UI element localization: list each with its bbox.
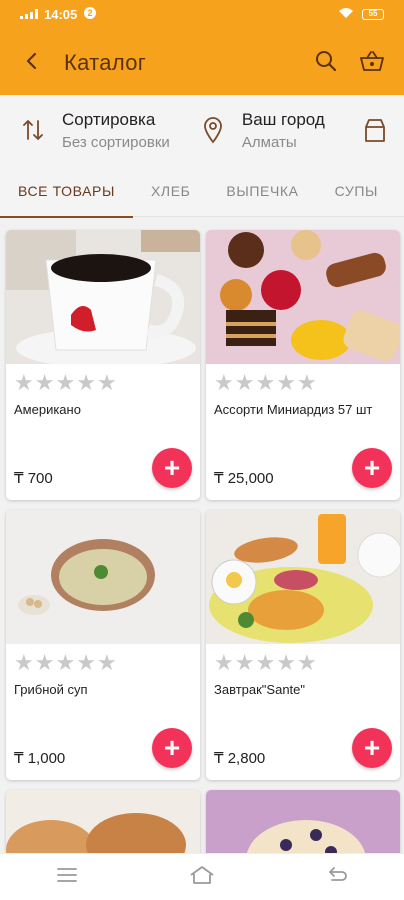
product-card[interactable]	[206, 790, 400, 853]
product-price: ₸ 1,000	[14, 750, 66, 767]
star-icon: ★	[234, 650, 255, 675]
star-icon: ★	[34, 370, 55, 395]
star-icon: ★	[55, 650, 76, 675]
cart-button[interactable]	[356, 47, 388, 79]
star-icon: ★	[296, 650, 317, 675]
sort-filter[interactable]: Сортировка Без сортировки	[0, 110, 180, 151]
tab-bread[interactable]: ХЛЕБ	[133, 165, 208, 217]
star-icon: ★	[255, 650, 276, 675]
notification-icon: 2	[83, 6, 97, 23]
category-tabs: ВСЕ ТОВАРЫ ХЛЕБ ВЫПЕЧКА СУПЫ	[0, 165, 404, 218]
star-icon: ★	[255, 370, 276, 395]
product-price: ₸ 700	[14, 470, 53, 487]
star-icon: ★	[76, 650, 96, 675]
wifi-icon	[338, 7, 354, 22]
star-icon: ★	[214, 370, 234, 395]
home-button[interactable]	[172, 857, 232, 897]
back-button[interactable]	[0, 38, 64, 88]
top-bar: 14:05 2 55 Каталог	[0, 0, 404, 95]
add-to-cart-button[interactable]: +	[352, 728, 392, 768]
rating-stars: ★ ★ ★ ★ ★	[6, 644, 200, 674]
basket-icon	[359, 49, 385, 78]
filter-bar: Сортировка Без сортировки Ваш город Алма…	[0, 95, 404, 165]
rating-stars: ★ ★ ★ ★ ★	[6, 364, 200, 394]
product-name: Американо	[14, 402, 81, 417]
menu-icon	[56, 867, 78, 888]
product-price: ₸ 25,000	[214, 470, 274, 487]
arrow-left-icon	[21, 50, 43, 77]
star-icon: ★	[276, 370, 296, 395]
product-card[interactable]: ★ ★ ★ ★ ★ Ассорти Миниардиз 57 шт ₸ 25,0…	[206, 230, 400, 500]
product-image-soup	[6, 510, 200, 644]
sort-arrows-icon	[16, 113, 50, 147]
system-nav-bar	[0, 853, 404, 900]
product-image-breakfast	[206, 510, 400, 644]
product-card[interactable]: ★ ★ ★ ★ ★ Американо ₸ 700 +	[6, 230, 200, 500]
star-icon: ★	[14, 650, 34, 675]
home-icon	[189, 865, 215, 890]
extra-filter[interactable]	[342, 113, 404, 147]
rating-stars: ★ ★ ★ ★ ★	[206, 644, 400, 674]
search-button[interactable]	[310, 47, 342, 79]
product-image-muffin	[206, 790, 400, 853]
tab-all-products[interactable]: ВСЕ ТОВАРЫ	[0, 165, 133, 218]
star-icon: ★	[276, 650, 296, 675]
status-time: 14:05	[44, 6, 78, 22]
menu-button[interactable]	[37, 857, 97, 897]
product-grid: ★ ★ ★ ★ ★ Американо ₸ 700 + ★ ★ ★ ★ ★ Ас…	[0, 217, 404, 853]
star-icon: ★	[296, 370, 317, 395]
city-filter[interactable]: Ваш город Алматы	[180, 110, 342, 151]
page-title: Каталог	[64, 50, 147, 75]
status-bar: 14:05 2 55	[0, 0, 404, 28]
product-image-bread	[6, 790, 200, 853]
tab-pastry[interactable]: ВЫПЕЧКА	[208, 165, 316, 217]
city-title: Ваш город	[241, 109, 325, 129]
product-name: Ассорти Миниардиз 57 шт	[214, 402, 373, 417]
back-icon	[326, 866, 348, 889]
product-price: ₸ 2,800	[214, 750, 266, 767]
signal-icon	[20, 7, 38, 22]
star-icon: ★	[96, 650, 117, 675]
location-pin-icon	[196, 113, 230, 147]
product-name: Завтрак"Sante"	[214, 682, 306, 697]
add-to-cart-button[interactable]: +	[152, 728, 192, 768]
product-name: Грибной суп	[14, 682, 88, 697]
add-to-cart-button[interactable]: +	[352, 448, 392, 488]
tab-soups[interactable]: СУПЫ	[317, 165, 396, 217]
product-card[interactable]: ★ ★ ★ ★ ★ Грибной суп ₸ 1,000 +	[6, 510, 200, 780]
app-bar: Каталог	[0, 38, 404, 88]
star-icon: ★	[234, 370, 255, 395]
star-icon: ★	[96, 370, 117, 395]
battery-indicator: 55	[362, 8, 384, 20]
search-icon	[314, 49, 338, 78]
star-icon: ★	[55, 370, 76, 395]
city-value: Алматы	[241, 133, 297, 151]
star-icon: ★	[14, 370, 34, 395]
product-image-pastries	[206, 230, 400, 364]
add-to-cart-button[interactable]: +	[152, 448, 192, 488]
product-image-coffee	[6, 230, 200, 364]
star-icon: ★	[214, 650, 234, 675]
back-nav-button[interactable]	[307, 857, 367, 897]
star-icon: ★	[34, 650, 55, 675]
sort-value: Без сортировки	[62, 133, 170, 151]
star-icon: ★	[76, 370, 96, 395]
product-card[interactable]: ★ ★ ★ ★ ★ Завтрак"Sante" ₸ 2,800 +	[206, 510, 400, 780]
product-card[interactable]	[6, 790, 200, 853]
rating-stars: ★ ★ ★ ★ ★	[206, 364, 400, 394]
store-icon	[358, 113, 392, 147]
svg-text:2: 2	[88, 8, 93, 18]
sort-title: Сортировка	[62, 109, 156, 129]
